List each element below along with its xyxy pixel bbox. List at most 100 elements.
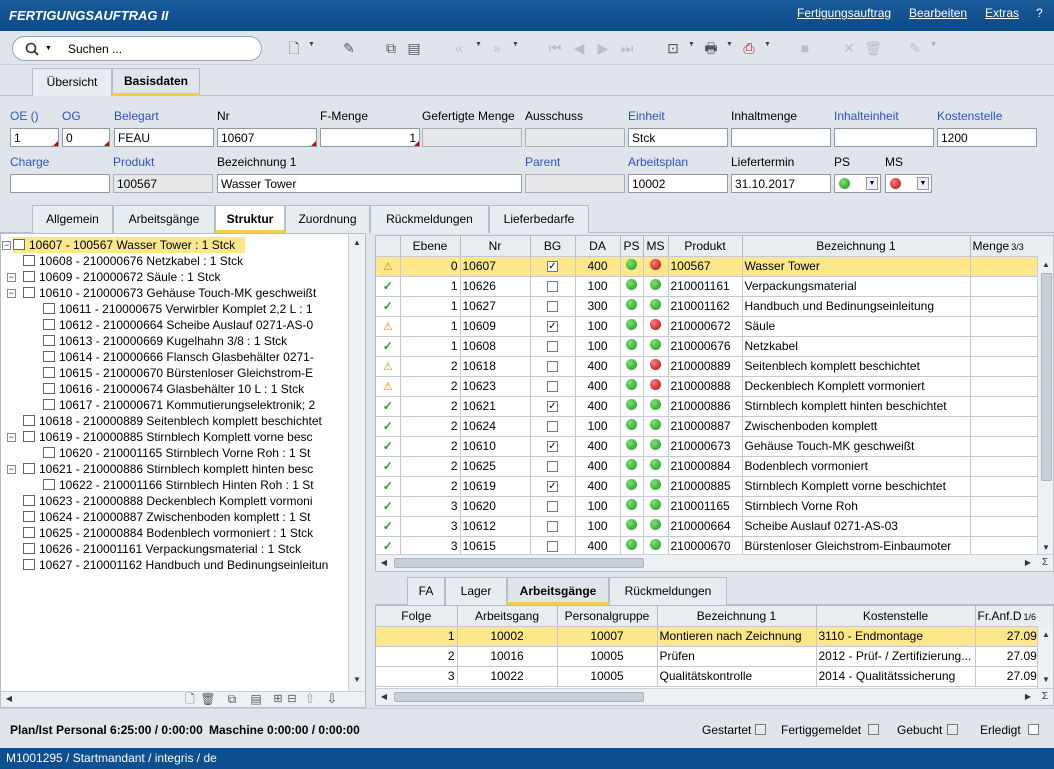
tree-copy-icon[interactable]: ⧉ (223, 690, 241, 708)
forward-dropdown-icon[interactable]: ▼ (512, 41, 519, 48)
table-row[interactable]: ✓ 3 10612 100 210000664 Scheibe Auslauf 0271-… (376, 516, 1053, 537)
gefertigte-menge-field[interactable] (422, 128, 522, 147)
tree-node[interactable]: 10624 - 210000887 Zwischenboden komplett… (23, 509, 346, 525)
table-row[interactable]: ✓ 2 10624 100 210000887 Zwischenboden komplet… (376, 416, 1053, 437)
bg-checkbox[interactable] (547, 281, 558, 293)
tab-lager[interactable]: Lager (445, 577, 507, 605)
tree-node[interactable]: 10622 - 210001166 Stirnblech Hinten Roh … (43, 477, 346, 493)
col-da[interactable]: DA (575, 236, 621, 257)
tree-node[interactable]: 10623 - 210000888 Deckenblech Komplett v… (23, 493, 346, 509)
gebucht-checkbox[interactable] (947, 724, 958, 735)
bg-checkbox[interactable] (547, 461, 558, 473)
menu-bearbeiten[interactable]: Bearbeiten (909, 6, 967, 20)
tree-node[interactable]: 10616 - 210000674 Glasbehälter 10 L : 1 … (43, 381, 346, 397)
print-dropdown-icon[interactable]: ▼ (726, 41, 733, 48)
arbeitsplan-field[interactable]: 10002 (628, 174, 728, 193)
sum-icon[interactable]: Σ (1039, 691, 1051, 703)
gestartet-checkbox[interactable] (755, 724, 766, 735)
table-row[interactable]: ✓ 1 10627 300 210001162 Handbuch und Bedinung… (376, 296, 1053, 317)
print-icon[interactable]: 🖶 (702, 39, 720, 57)
previous-record-icon[interactable]: ◀ (570, 39, 588, 57)
edit-extra-dropdown-icon[interactable]: ▼ (930, 41, 937, 48)
inhalteinheit-field[interactable] (834, 128, 934, 147)
tree-node[interactable]: 10625 - 210000884 Bodenblech vormoniert … (23, 525, 346, 541)
tab-rueckmeldungen-bottom[interactable]: Rückmeldungen (609, 577, 727, 605)
table-row[interactable]: 1 10002 10007 Montieren nach Zeichnung 3110 … (376, 626, 1053, 647)
col-bezeichnung[interactable]: Bezeichnung 1 (742, 236, 971, 257)
belegart-label[interactable]: Belegart (114, 109, 159, 123)
tab-rueckmeldungen[interactable]: Rückmeldungen (370, 205, 489, 233)
scroll-down-icon[interactable]: ▼ (351, 674, 363, 686)
col-ps[interactable]: PS (620, 236, 644, 257)
produkt-label[interactable]: Produkt (113, 155, 154, 169)
bg-checkbox[interactable] (547, 381, 558, 393)
tab-lieferbedarfe[interactable]: Lieferbedarfe (489, 205, 589, 233)
tab-uebersicht[interactable]: Übersicht (32, 68, 112, 96)
bg-checkbox[interactable] (547, 421, 558, 433)
tree-node[interactable]: 10611 - 210000675 Verwirbler Komplet 2,2… (43, 301, 346, 317)
tree-vertical-scrollbar[interactable]: ▲ ▼ (348, 234, 365, 691)
copy-icon[interactable]: ⧉ (382, 39, 400, 57)
einheit-field[interactable]: Stck (628, 128, 728, 147)
charge-field[interactable] (10, 174, 110, 193)
tree-new-icon[interactable]: 🗋 (181, 690, 199, 708)
tree-node[interactable]: 10619 - 210000885 Stirnblech Komplett vo… (23, 429, 346, 445)
last-record-icon[interactable]: ⏭ (618, 39, 636, 57)
scroll-thumb[interactable] (394, 692, 644, 702)
belegart-field[interactable]: FEAU (114, 128, 214, 147)
col-bg[interactable]: BG (530, 236, 576, 257)
table-row[interactable]: ⚠ 0 10607 ✓ 400 100567 Wasser Tower (376, 256, 1053, 277)
table-row[interactable]: ✓ 2 10625 400 210000884 Bodenblech vormoniert (376, 456, 1053, 477)
scroll-up-icon[interactable]: ▲ (1040, 259, 1052, 271)
tree-node[interactable]: 10613 - 210000669 Kugelhahn 3/8 : 1 Stck (43, 333, 346, 349)
col-menge[interactable]: Menge 3/3 (970, 236, 1053, 257)
rewind-icon[interactable]: « (450, 39, 468, 57)
bg-checkbox[interactable] (547, 301, 558, 313)
search-dropdown-icon[interactable]: ▼ (45, 45, 52, 52)
col-status[interactable] (376, 236, 401, 257)
tree-node[interactable]: 10626 - 210001161 Verpackungsmaterial : … (23, 541, 346, 557)
col-produkt[interactable]: Produkt (668, 236, 743, 257)
tree-node[interactable]: 10620 - 210001165 Stirnblech Vorne Roh :… (43, 445, 346, 461)
produkt-field[interactable]: 100567 (113, 174, 213, 193)
bg-checkbox[interactable] (547, 501, 558, 513)
delete-icon[interactable]: 🗑 (864, 39, 882, 57)
bg-checkbox[interactable]: ✓ (547, 401, 558, 413)
search-input[interactable]: ▼ Suchen ... (12, 36, 262, 61)
ms-status-select[interactable]: ▼ (885, 174, 932, 193)
sum-icon[interactable]: Σ (1039, 557, 1051, 569)
next-record-icon[interactable]: ▶ (594, 39, 612, 57)
export-icon[interactable]: ⎙ (740, 39, 758, 57)
arbeitsplan-label[interactable]: Arbeitsplan (628, 155, 688, 169)
collapse-icon[interactable]: − (7, 433, 16, 442)
collapse-icon[interactable]: − (7, 273, 16, 282)
col-nr[interactable]: Nr (460, 236, 531, 257)
collapse-icon[interactable]: − (7, 465, 16, 474)
erledigt-checkbox[interactable] (1028, 724, 1039, 735)
first-record-icon[interactable]: ⏮ (546, 39, 564, 57)
tab-fa[interactable]: FA (407, 577, 445, 605)
tab-struktur[interactable]: Struktur (215, 205, 285, 233)
ps-status-select[interactable]: ▼ (834, 174, 881, 193)
tree-delete-icon[interactable]: 🗑 (199, 690, 217, 708)
tree-node[interactable]: 10608 - 210000676 Netzkabel : 1 Stck (23, 253, 346, 269)
bg-checkbox[interactable]: ✓ (547, 441, 558, 453)
tree-node[interactable]: 10610 - 210000673 Gehäuse Touch-MK gesch… (23, 285, 346, 301)
new-dropdown-icon[interactable]: ▼ (308, 41, 315, 48)
tree-node[interactable]: 10612 - 210000664 Scheibe Auslauf 0271-A… (43, 317, 346, 333)
tree-insert-icon[interactable]: ▤ (247, 690, 265, 708)
goto-dropdown-icon[interactable]: ▼ (688, 41, 695, 48)
tree-move-up-icon[interactable]: ⇧ (301, 690, 319, 708)
scroll-thumb[interactable] (394, 558, 644, 568)
tab-basisdaten[interactable]: Basisdaten (112, 68, 200, 96)
kostenstelle-label[interactable]: Kostenstelle (937, 109, 1002, 123)
table-row[interactable]: 3 10022 10005 Qualitätskontrolle 2014 - Qual… (376, 666, 1053, 687)
tree-node[interactable]: 10618 - 210000889 Seitenblech komplett b… (23, 413, 346, 429)
tab-allgemein[interactable]: Allgemein (32, 205, 113, 233)
col-fr-anf-d[interactable]: Fr.Anf.D 1/6 (975, 606, 1053, 627)
structure-grid[interactable]: Ebene Nr BG DA PS MS Produkt Bezeichnung… (375, 235, 1054, 572)
collapse-icon[interactable]: − (7, 289, 16, 298)
fertiggemeldet-checkbox[interactable] (868, 724, 879, 735)
scroll-left-icon[interactable]: ◀ (3, 693, 15, 705)
inhalteinheit-label[interactable]: Inhalteinheit (834, 109, 899, 123)
